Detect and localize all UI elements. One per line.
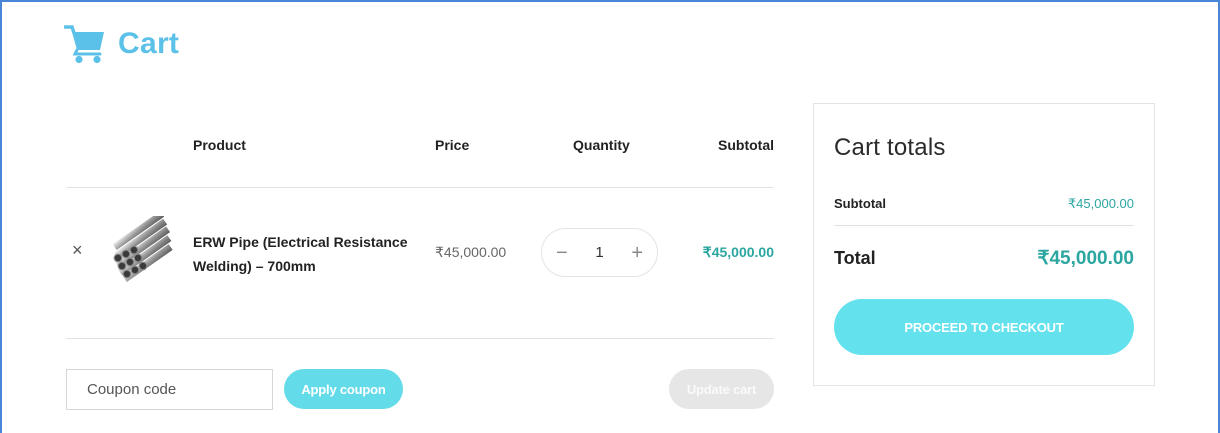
coupon-code-input[interactable] xyxy=(66,369,273,410)
quantity-minus-button[interactable]: − xyxy=(556,243,568,263)
product-price: ₹45,000.00 xyxy=(435,244,507,260)
totals-divider xyxy=(834,225,1134,226)
shopping-cart-icon xyxy=(64,25,104,64)
update-cart-button[interactable]: Update cart xyxy=(669,369,774,409)
column-header-quantity: Quantity xyxy=(573,137,630,153)
apply-coupon-button[interactable]: Apply coupon xyxy=(284,369,403,409)
quantity-plus-button[interactable]: + xyxy=(631,243,643,263)
quantity-value[interactable]: 1 xyxy=(595,244,603,261)
header-divider xyxy=(66,187,774,188)
totals-total-value: ₹45,000.00 xyxy=(1037,248,1134,269)
totals-total-label: Total xyxy=(834,248,876,268)
steel-pipes-thumbnail xyxy=(112,216,173,282)
remove-item-icon[interactable]: × xyxy=(72,241,83,259)
column-header-subtotal: Subtotal xyxy=(718,137,774,153)
totals-subtotal-value: ₹45,000.00 xyxy=(1067,196,1134,211)
quantity-stepper[interactable]: − 1 + xyxy=(541,228,658,277)
cart-totals-panel: Cart totals Subtotal ₹45,000.00 Total ₹4… xyxy=(813,103,1155,386)
product-subtotal: ₹45,000.00 xyxy=(702,244,774,260)
totals-subtotal-label: Subtotal xyxy=(834,196,886,211)
cart-totals-title: Cart totals xyxy=(834,134,946,161)
column-header-product: Product xyxy=(193,137,246,153)
row-divider xyxy=(66,338,774,339)
product-name-link[interactable]: ERW Pipe (Electrical Resistance Welding)… xyxy=(193,230,413,278)
page-title: Cart xyxy=(118,27,180,60)
proceed-to-checkout-button[interactable]: PROCEED TO CHECKOUT xyxy=(834,299,1134,355)
column-header-price: Price xyxy=(435,137,470,153)
page-header: Cart xyxy=(64,24,179,64)
